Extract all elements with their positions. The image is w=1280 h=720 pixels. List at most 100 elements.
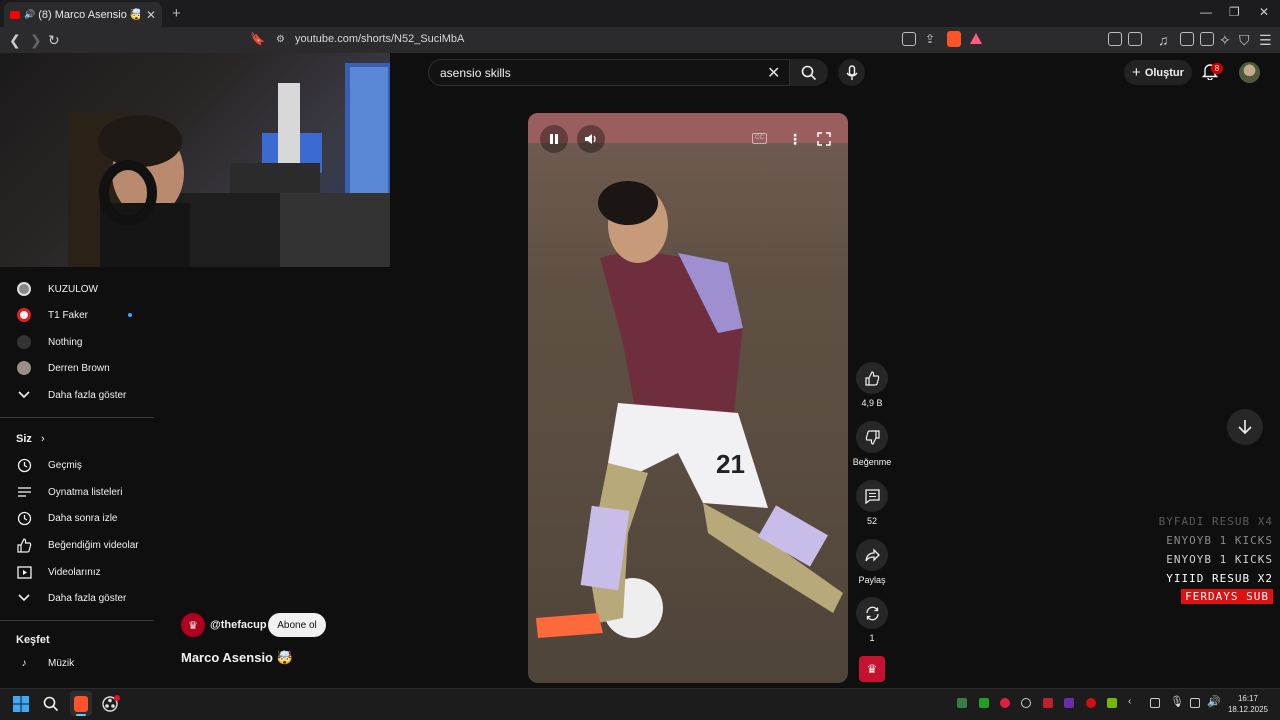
volume-icon[interactable]: 🔊 bbox=[1207, 695, 1221, 708]
playlists-icon bbox=[16, 484, 32, 500]
account-avatar[interactable] bbox=[1239, 62, 1260, 83]
voice-search-button[interactable] bbox=[838, 59, 865, 86]
volume-button[interactable] bbox=[577, 125, 605, 153]
short-video-player[interactable]: 21 bbox=[528, 113, 848, 683]
sidebar-item-label: Daha sonra izle bbox=[48, 512, 118, 524]
tray-app-icon[interactable] bbox=[1000, 698, 1010, 708]
media-icon[interactable]: ♫ bbox=[1158, 32, 1169, 48]
brave-shields-icon[interactable] bbox=[947, 31, 961, 47]
pause-button[interactable] bbox=[540, 125, 568, 153]
channel-label: Derren Brown bbox=[48, 362, 110, 374]
extensions-icon[interactable] bbox=[1108, 32, 1122, 46]
sidebar-item-playlists[interactable]: Oynatma listeleri bbox=[16, 482, 122, 502]
tray-app-icon[interactable] bbox=[1086, 698, 1096, 708]
sidebar-show-more[interactable]: Daha fazla göster bbox=[16, 385, 126, 405]
channel-avatar[interactable]: ♛ bbox=[181, 613, 205, 637]
fa-cup-trophy-icon: ♛ bbox=[866, 662, 878, 676]
stream-event-line: ENYOYB 1 KICKS bbox=[1166, 553, 1273, 566]
tray-app-icon[interactable] bbox=[1021, 698, 1031, 708]
sidebar-show-more[interactable]: Daha fazla göster bbox=[16, 588, 126, 608]
create-button[interactable]: + Oluştur bbox=[1124, 60, 1192, 85]
chevron-left-icon[interactable]: ‹ bbox=[1128, 696, 1131, 707]
chevron-right-icon: › bbox=[40, 433, 45, 445]
sidebar-item-label: Müzik bbox=[48, 657, 75, 669]
nvidia-icon[interactable] bbox=[1107, 698, 1117, 708]
taskbar-search-icon[interactable] bbox=[43, 696, 59, 712]
share-icon[interactable]: ⇪ bbox=[925, 32, 935, 46]
site-info-icon[interactable]: ⚙ bbox=[276, 34, 285, 45]
sidebar-channel-kuzulow[interactable]: KUZULOW bbox=[16, 279, 98, 299]
network-icon[interactable] bbox=[1190, 698, 1200, 708]
usb-icon[interactable] bbox=[1150, 698, 1160, 708]
fullscreen-icon[interactable] bbox=[817, 132, 831, 146]
brave-rewards-icon[interactable] bbox=[970, 33, 982, 44]
vpn-icon[interactable]: ⛉ bbox=[1239, 32, 1250, 49]
sidebar-item-your-videos[interactable]: Videolarınız bbox=[16, 562, 101, 582]
sidebar-channel-nothing[interactable]: Nothing bbox=[16, 332, 82, 352]
fa-cup-trophy-icon: ♛ bbox=[188, 619, 198, 632]
search-input[interactable]: asensio skills bbox=[440, 66, 511, 80]
tray-app-icon[interactable] bbox=[979, 698, 989, 708]
youtube-favicon-icon bbox=[10, 10, 20, 19]
sidebar-item-label: Oynatma listeleri bbox=[48, 486, 123, 498]
new-tab-icon[interactable]: + bbox=[172, 5, 181, 22]
search-button[interactable] bbox=[790, 59, 828, 86]
volume-icon bbox=[585, 134, 596, 144]
active-app-indicator bbox=[76, 714, 86, 716]
share-label: Paylaş bbox=[858, 575, 886, 585]
remix-button[interactable] bbox=[856, 597, 888, 629]
windows-start-icon[interactable] bbox=[13, 696, 29, 712]
remix-count: 1 bbox=[869, 633, 875, 643]
comments-button[interactable] bbox=[856, 480, 888, 512]
share-button[interactable] bbox=[856, 539, 888, 571]
like-button[interactable] bbox=[856, 362, 888, 394]
sidebar-channel-t1-faker[interactable]: T1 Faker bbox=[16, 305, 136, 325]
tray-app-icon[interactable] bbox=[1064, 698, 1074, 708]
back-icon[interactable]: ❮ bbox=[9, 32, 21, 49]
sidebar-item-watch-later[interactable]: Daha sonra izle bbox=[16, 508, 117, 528]
browser-tab[interactable]: 🔊 (8) Marco Asensio 🤯 - YouTube ✕ bbox=[4, 2, 162, 27]
subscribe-button[interactable]: Abone ol bbox=[268, 613, 326, 637]
system-clock[interactable]: 16:17 18.12.2025 bbox=[1222, 693, 1274, 715]
more-options-icon[interactable]: ⋮ bbox=[788, 131, 802, 148]
you-section-heading[interactable]: Siz › bbox=[16, 433, 45, 445]
clear-search-icon[interactable]: ✕ bbox=[767, 63, 780, 83]
channel-avatar bbox=[17, 361, 31, 375]
tray-app-icon[interactable] bbox=[957, 698, 967, 708]
recording-dot bbox=[114, 695, 120, 701]
channel-handle[interactable]: @thefacup bbox=[210, 619, 267, 631]
jersey-number: 21 bbox=[716, 449, 745, 479]
restore-icon[interactable]: ❐ bbox=[1229, 5, 1240, 19]
audio-source-thumbnail[interactable]: ♛ bbox=[859, 656, 885, 682]
microphone-icon[interactable]: 🎙 bbox=[1170, 695, 1184, 708]
thumbs-down-icon bbox=[865, 429, 880, 445]
reload-icon[interactable]: ↻ bbox=[48, 32, 60, 49]
comment-count: 52 bbox=[866, 516, 877, 526]
menu-icon[interactable]: ☰ bbox=[1259, 32, 1272, 49]
captions-icon[interactable]: CC bbox=[752, 133, 767, 144]
leo-ai-icon[interactable]: ✧ bbox=[1219, 32, 1231, 49]
url-text[interactable]: youtube.com/shorts/N52_SuciMbA bbox=[295, 33, 464, 45]
sidebar-icon[interactable] bbox=[1180, 32, 1194, 46]
tray-app-icon[interactable] bbox=[1043, 698, 1053, 708]
video-frame-image: 21 bbox=[528, 113, 848, 638]
channel-avatar bbox=[17, 308, 31, 322]
share-arrow-icon bbox=[864, 547, 880, 562]
sidebar-item-music[interactable]: ♪ Müzik bbox=[16, 653, 75, 673]
dislike-button[interactable] bbox=[856, 421, 888, 453]
wallet-icon[interactable] bbox=[1200, 32, 1214, 46]
sidebar-divider bbox=[0, 620, 154, 621]
next-video-button[interactable] bbox=[1227, 409, 1263, 445]
sidebar-item-liked-videos[interactable]: Beğendiğim videolar bbox=[16, 535, 139, 555]
cast-icon[interactable] bbox=[902, 32, 916, 46]
sidebar-channel-derren-brown[interactable]: Derren Brown bbox=[16, 358, 110, 378]
close-tab-icon[interactable]: ✕ bbox=[146, 8, 156, 22]
minimize-icon[interactable]: — bbox=[1200, 5, 1212, 19]
liked-icon bbox=[16, 537, 32, 553]
screenshot-icon[interactable] bbox=[1128, 32, 1142, 46]
close-window-icon[interactable]: ✕ bbox=[1259, 5, 1269, 19]
forward-icon[interactable]: ❯ bbox=[30, 32, 42, 49]
brave-browser-icon bbox=[74, 696, 88, 712]
sidebar-item-history[interactable]: Geçmiş bbox=[16, 455, 82, 475]
bookmark-icon[interactable]: 🔖 bbox=[250, 32, 265, 46]
